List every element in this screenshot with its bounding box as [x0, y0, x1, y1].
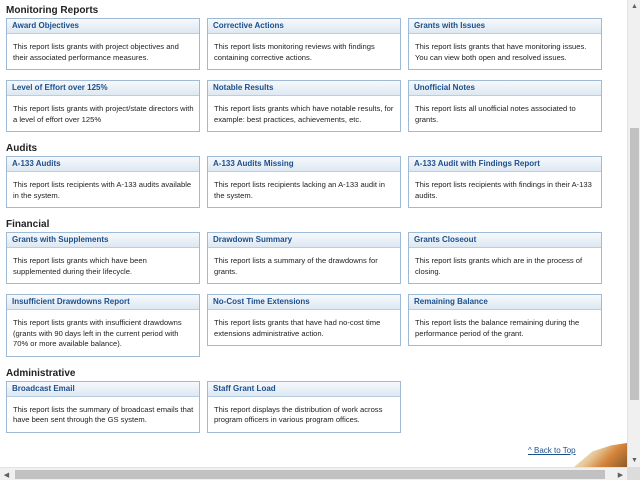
card-row: Grants with Supplements This report list… [6, 232, 627, 284]
section-title: Administrative [6, 367, 76, 379]
report-title-link[interactable]: Drawdown Summary [208, 233, 400, 248]
card-row: Level of Effort over 125% This report li… [6, 80, 627, 132]
section-financial: Financial Grants with Supplements This r… [6, 218, 627, 357]
report-card-drawdown-summary[interactable]: Drawdown Summary This report lists a sum… [207, 232, 401, 284]
back-to-top-link[interactable]: ^ Back to Top [528, 446, 576, 455]
section-title: Monitoring Reports [6, 5, 99, 16]
card-row: A-133 Audits This report lists recipient… [6, 156, 627, 208]
report-title-link[interactable]: A-133 Audits Missing [208, 157, 400, 172]
report-description: This report lists grants with project ob… [13, 42, 179, 62]
report-description: This report lists grants with insufficie… [13, 318, 182, 348]
report-description: This report lists recipients with A-133 … [13, 180, 192, 200]
report-description: This report lists all unofficial notes a… [415, 104, 576, 124]
card-row: Insufficient Drawdowns Report This repor… [6, 294, 627, 357]
card-row: Broadcast Email This report lists the su… [6, 380, 627, 433]
section-title: Financial [6, 219, 50, 230]
report-card-level-of-effort[interactable]: Level of Effort over 125% This report li… [6, 80, 200, 132]
report-card-broadcast-email[interactable]: Broadcast Email This report lists the su… [6, 380, 200, 433]
report-card-no-cost-time-extensions[interactable]: No-Cost Time Extensions This report list… [207, 294, 401, 346]
section-monitoring-reports: Monitoring Reports Award Objectives This… [6, 4, 627, 132]
report-title-link[interactable]: Remaining Balance [409, 295, 601, 310]
report-description: This report lists grants which are in th… [415, 256, 583, 276]
report-description: This report lists grants which have nota… [214, 104, 394, 124]
report-description: This report lists grants that have monit… [415, 42, 587, 62]
report-description: This report displays the distribution of… [214, 404, 383, 425]
vertical-scroll-thumb[interactable] [630, 128, 639, 400]
corner-decoration-image [574, 443, 627, 467]
report-title-link[interactable]: Award Objectives [7, 19, 199, 34]
report-card-a133-audits-missing[interactable]: A-133 Audits Missing This report lists r… [207, 156, 401, 208]
vertical-scrollbar[interactable]: ▲ ▼ [627, 0, 640, 467]
report-card-unofficial-notes[interactable]: Unofficial Notes This report lists all u… [408, 80, 602, 132]
report-card-a133-audit-findings[interactable]: A-133 Audit with Findings Report This re… [408, 156, 602, 208]
report-description: This report lists a summary of the drawd… [214, 256, 378, 276]
report-card-corrective-actions[interactable]: Corrective Actions This report lists mon… [207, 18, 401, 70]
report-title-link[interactable]: A-133 Audits [7, 157, 199, 172]
report-title-link[interactable]: Grants with Supplements [7, 233, 199, 248]
report-description: This report lists grants which have been… [13, 256, 147, 276]
report-title-link[interactable]: Level of Effort over 125% [7, 81, 199, 96]
section-audits: Audits A-133 Audits This report lists re… [6, 142, 627, 208]
triangle-left-icon[interactable]: ◀ [0, 468, 13, 480]
report-title-link[interactable]: Broadcast Email [7, 381, 199, 397]
report-title-link[interactable]: Insufficient Drawdowns Report [7, 295, 199, 310]
report-description: This report lists recipients with findin… [415, 180, 592, 200]
report-title-link[interactable]: Notable Results [208, 81, 400, 96]
report-title-link[interactable]: A-133 Audit with Findings Report [409, 157, 601, 172]
report-title-link[interactable]: Staff Grant Load [208, 381, 400, 397]
reports-page: Monitoring Reports Award Objectives This… [0, 0, 627, 467]
report-card-grants-with-supplements[interactable]: Grants with Supplements This report list… [6, 232, 200, 284]
report-title-link[interactable]: No-Cost Time Extensions [208, 295, 400, 310]
report-title-link[interactable]: Grants with Issues [409, 19, 601, 34]
report-description: This report lists grants that have had n… [214, 318, 381, 338]
report-card-grants-with-issues[interactable]: Grants with Issues This report lists gra… [408, 18, 602, 70]
report-card-award-objectives[interactable]: Award Objectives This report lists grant… [6, 18, 200, 70]
report-description: This report lists the summary of broadca… [13, 404, 194, 425]
report-title-link[interactable]: Grants Closeout [409, 233, 601, 248]
report-description: This report lists monitoring reviews wit… [214, 42, 375, 62]
section-title: Audits [6, 143, 38, 154]
report-title-link[interactable]: Corrective Actions [208, 19, 400, 34]
report-card-insufficient-drawdowns[interactable]: Insufficient Drawdowns Report This repor… [6, 294, 200, 357]
card-row: Award Objectives This report lists grant… [6, 18, 627, 70]
report-card-a133-audits[interactable]: A-133 Audits This report lists recipient… [6, 156, 200, 208]
report-card-grants-closeout[interactable]: Grants Closeout This report lists grants… [408, 232, 602, 284]
triangle-up-icon[interactable]: ▲ [628, 0, 640, 13]
scrollbar-corner [627, 467, 640, 480]
report-description: This report lists recipients lacking an … [214, 180, 385, 200]
report-card-remaining-balance[interactable]: Remaining Balance This report lists the … [408, 294, 602, 346]
section-administrative: Administrative Broadcast Email This repo… [6, 367, 627, 433]
horizontal-scroll-thumb[interactable] [15, 470, 605, 479]
triangle-right-icon[interactable]: ▶ [614, 468, 627, 480]
report-description: This report lists grants with project/st… [13, 104, 194, 124]
report-description: This report lists the balance remaining … [415, 318, 580, 338]
report-card-staff-grant-load[interactable]: Staff Grant Load This report displays th… [207, 380, 401, 433]
report-title-link[interactable]: Unofficial Notes [409, 81, 601, 96]
report-card-notable-results[interactable]: Notable Results This report lists grants… [207, 80, 401, 132]
triangle-down-icon[interactable]: ▼ [628, 454, 640, 467]
horizontal-scrollbar[interactable]: ◀ ▶ [0, 467, 627, 480]
